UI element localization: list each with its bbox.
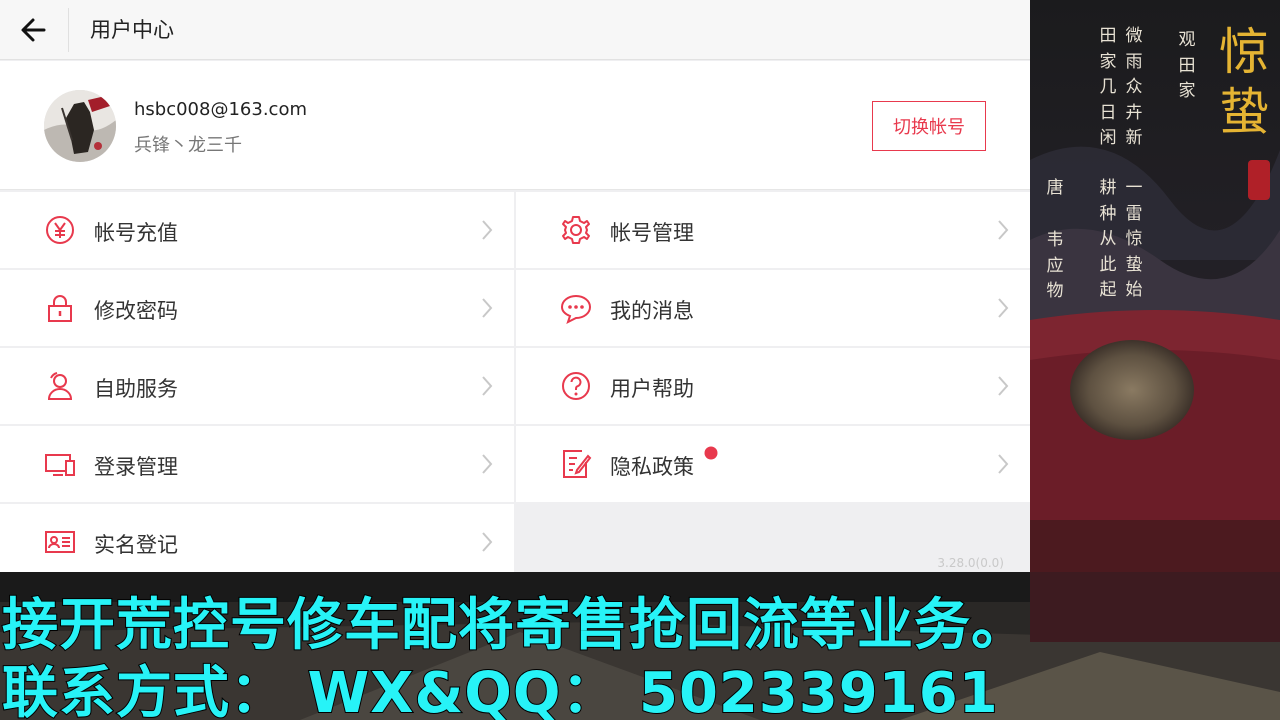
menu-item-label: 自助服务: [94, 377, 178, 401]
poem-column: 唐: [1046, 178, 1064, 198]
poem-column: 微雨众卉新: [1125, 26, 1143, 148]
menu-item-label: 登录管理: [94, 455, 178, 479]
poem-column: 一雷惊蛰始: [1125, 178, 1143, 300]
gear-icon: [562, 216, 590, 244]
banner-line-2: 联系方式： WX&QQ： 502339161: [1, 660, 999, 720]
arrow-left-icon: [21, 18, 46, 42]
id-card-icon: [45, 531, 75, 553]
chevron-right-icon: [482, 298, 493, 318]
back-button[interactable]: [14, 10, 54, 50]
lock-icon: [48, 295, 72, 322]
empty-cell: 3.28.0(0.0): [516, 502, 1030, 572]
switch-account-button[interactable]: 切换帐号: [872, 101, 986, 151]
user-center-panel: 用户中心 hsbc008@163.com 兵锋丶龙三千 切换帐号 帐号充值 修改…: [0, 0, 1030, 572]
menu-item-user-help[interactable]: 用户帮助: [516, 348, 1030, 424]
poem-title: 惊蛰: [1219, 23, 1269, 141]
avatar[interactable]: [44, 90, 116, 162]
chat-bubble-icon: [560, 294, 592, 324]
account-email: hsbc008@163.com: [134, 99, 307, 120]
header-divider: [68, 8, 69, 52]
chevron-right-icon: [482, 376, 493, 396]
poem-column: 韦应物: [1046, 230, 1064, 301]
menu-item-label: 修改密码: [94, 299, 178, 323]
chevron-right-icon: [482, 454, 493, 474]
menu-item-account-management[interactable]: 帐号管理: [516, 192, 1030, 268]
menu-grid: 帐号充值 修改密码 自助服务 登录管理 实名登记 帐号管理 我的消息 用户帮助 …: [0, 192, 1030, 572]
account-nickname: 兵锋丶龙三千: [134, 135, 242, 156]
menu-item-label: 帐号管理: [610, 221, 694, 245]
menu-item-label: 我的消息: [610, 299, 694, 323]
edit-document-icon: [563, 450, 592, 478]
menu-item-self-service[interactable]: 自助服务: [0, 348, 514, 424]
menu-item-label: 用户帮助: [610, 377, 694, 401]
version-label: 3.28.0(0.0): [937, 556, 1004, 570]
user-service-icon: [47, 372, 73, 400]
menu-item-my-messages[interactable]: 我的消息: [516, 270, 1030, 346]
chevron-right-icon: [482, 220, 493, 240]
screen: 用户中心 hsbc008@163.com 兵锋丶龙三千 切换帐号 帐号充值 修改…: [0, 0, 1280, 720]
chevron-right-icon: [998, 220, 1009, 240]
menu-item-label: 帐号充值: [94, 221, 178, 245]
avatar-image-icon: [44, 90, 116, 162]
chevron-right-icon: [998, 376, 1009, 396]
yen-circle-icon: [46, 216, 74, 244]
profile-section: hsbc008@163.com 兵锋丶龙三千 切换帐号: [0, 61, 1030, 190]
top-bar: 用户中心: [0, 0, 1030, 60]
menu-item-real-name[interactable]: 实名登记: [0, 504, 514, 572]
menu-item-label: 实名登记: [94, 533, 178, 557]
notification-dot-icon: [704, 446, 718, 460]
ad-banner: 接开荒控号修车配将寄售抢回流等业务。 联系方式： WX&QQ： 50233916…: [0, 572, 1280, 720]
menu-item-privacy-policy[interactable]: 隐私政策: [516, 426, 1030, 502]
poem-column: 田家几日闲: [1099, 26, 1117, 148]
menu-item-label: 隐私政策: [610, 455, 694, 479]
help-circle-icon: [562, 372, 590, 400]
page-title: 用户中心: [90, 18, 174, 42]
chevron-right-icon: [998, 454, 1009, 474]
poem-column: 观田家: [1178, 30, 1196, 101]
devices-icon: [45, 454, 75, 476]
chevron-right-icon: [482, 532, 493, 552]
menu-item-login-management[interactable]: 登录管理: [0, 426, 514, 502]
poem-column: 耕种从此起: [1099, 178, 1117, 300]
menu-item-recharge[interactable]: 帐号充值: [0, 192, 514, 268]
menu-item-change-password[interactable]: 修改密码: [0, 270, 514, 346]
chevron-right-icon: [998, 298, 1009, 318]
